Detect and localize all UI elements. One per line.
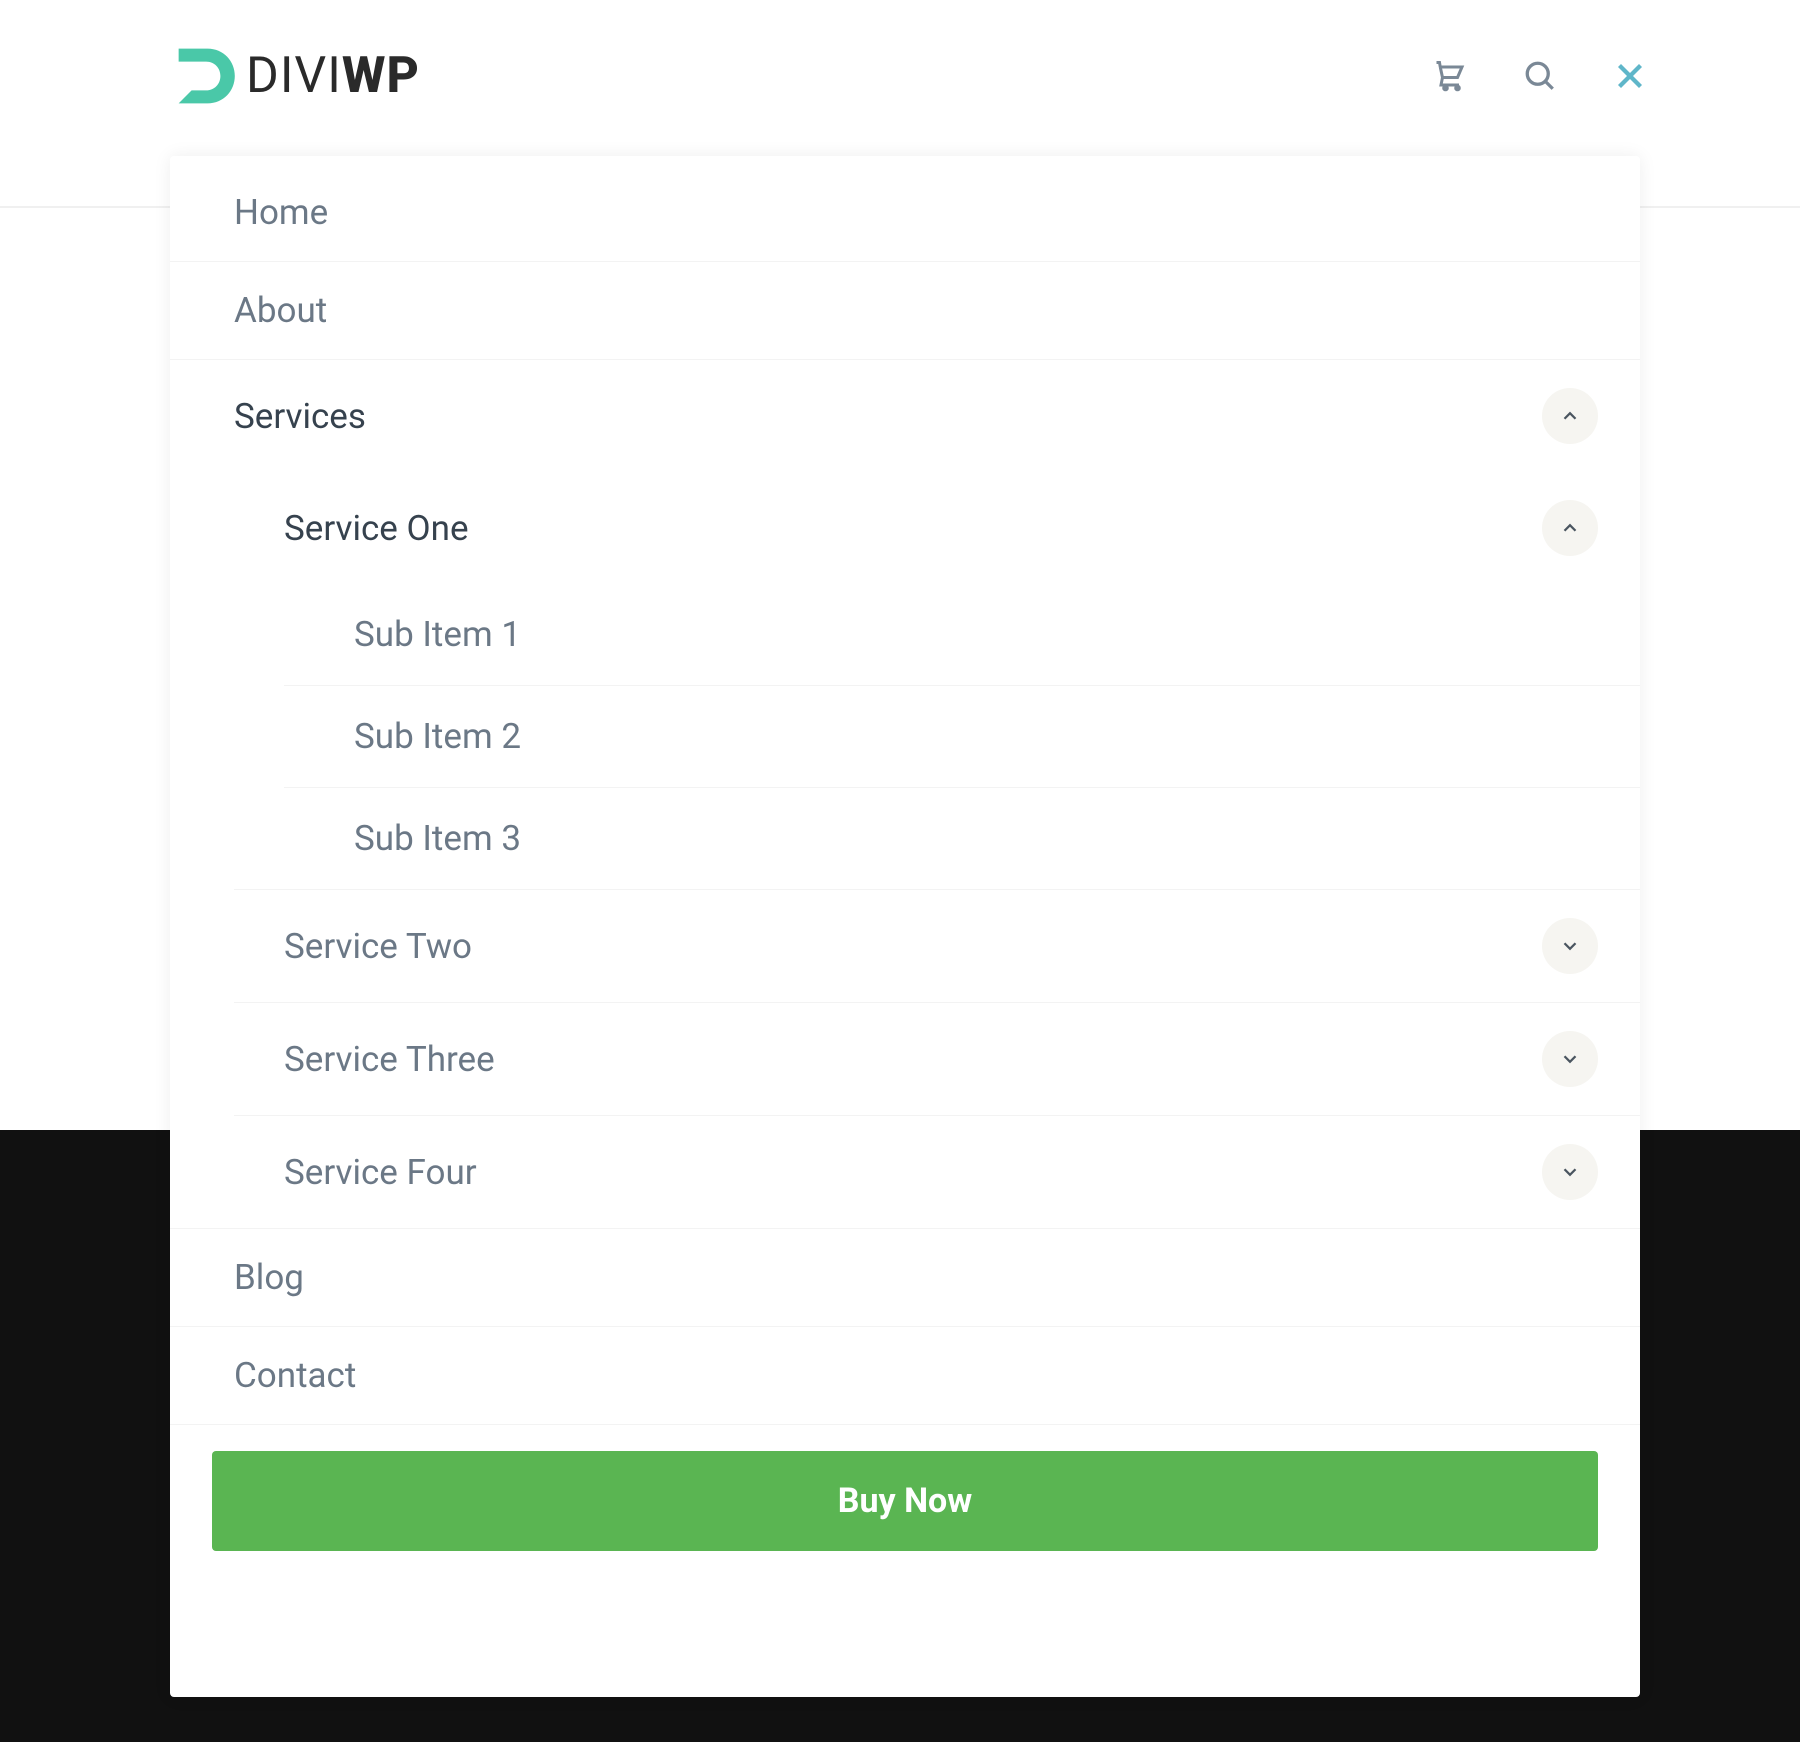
search-icon[interactable] [1520,56,1560,96]
menu-item-service-three[interactable]: Service Three [234,1003,1640,1116]
submenu-services: Service One Sub Item 1 Sub Item 2 [170,472,1640,1228]
collapse-toggle-services[interactable] [1542,388,1598,444]
menu-item-service-one[interactable]: Service One Sub Item 1 Sub Item 2 [234,472,1640,890]
expand-toggle-service-four[interactable] [1542,1144,1598,1200]
chevron-down-icon [1559,1048,1581,1070]
menu-item-home[interactable]: Home [170,164,1640,262]
expand-toggle-service-two[interactable] [1542,918,1598,974]
menu-label-services: Services [234,396,366,437]
logo-text: DIVIWP [246,47,420,105]
menu-item-sub1[interactable]: Sub Item 1 [284,584,1640,686]
menu-item-contact[interactable]: Contact [170,1327,1640,1425]
menu-label-sub2: Sub Item 2 [354,716,521,757]
menu-item-sub3[interactable]: Sub Item 3 [284,788,1640,889]
cart-icon[interactable] [1430,56,1470,96]
menu-list: Home About Services Se [170,164,1640,1425]
chevron-down-icon [1559,1161,1581,1183]
mobile-menu-panel: Home About Services Se [170,156,1640,1697]
menu-label-sub3: Sub Item 3 [354,818,521,859]
menu-item-service-two[interactable]: Service Two [234,890,1640,1003]
chevron-up-icon [1559,517,1581,539]
close-icon[interactable] [1610,56,1650,96]
menu-label-service-three: Service Three [284,1039,495,1080]
menu-item-blog[interactable]: Blog [170,1229,1640,1327]
menu-item-services[interactable]: Services Service One [170,360,1640,1229]
menu-item-service-four[interactable]: Service Four [234,1116,1640,1228]
menu-label-service-four: Service Four [284,1152,477,1193]
menu-label-service-one: Service One [284,508,469,549]
buy-now-button[interactable]: Buy Now [212,1451,1598,1551]
header-icons [1430,56,1650,96]
menu-label-about: About [234,290,327,331]
menu-label-sub1: Sub Item 1 [354,614,521,655]
chevron-down-icon [1559,935,1581,957]
site-header: DIVIWP [0,0,1800,142]
site-logo[interactable]: DIVIWP [170,40,420,112]
expand-toggle-service-three[interactable] [1542,1031,1598,1087]
chevron-up-icon [1559,405,1581,427]
menu-label-blog: Blog [234,1257,304,1298]
submenu-service-one: Sub Item 1 Sub Item 2 Sub Item 3 [234,584,1640,889]
menu-item-about[interactable]: About [170,262,1640,360]
menu-item-sub2[interactable]: Sub Item 2 [284,686,1640,788]
menu-label-service-two: Service Two [284,926,472,967]
logo-mark-icon [170,40,242,112]
collapse-toggle-service-one[interactable] [1542,500,1598,556]
menu-label-contact: Contact [234,1355,356,1396]
cta-wrap: Buy Now [170,1451,1640,1551]
menu-label-home: Home [234,192,328,233]
